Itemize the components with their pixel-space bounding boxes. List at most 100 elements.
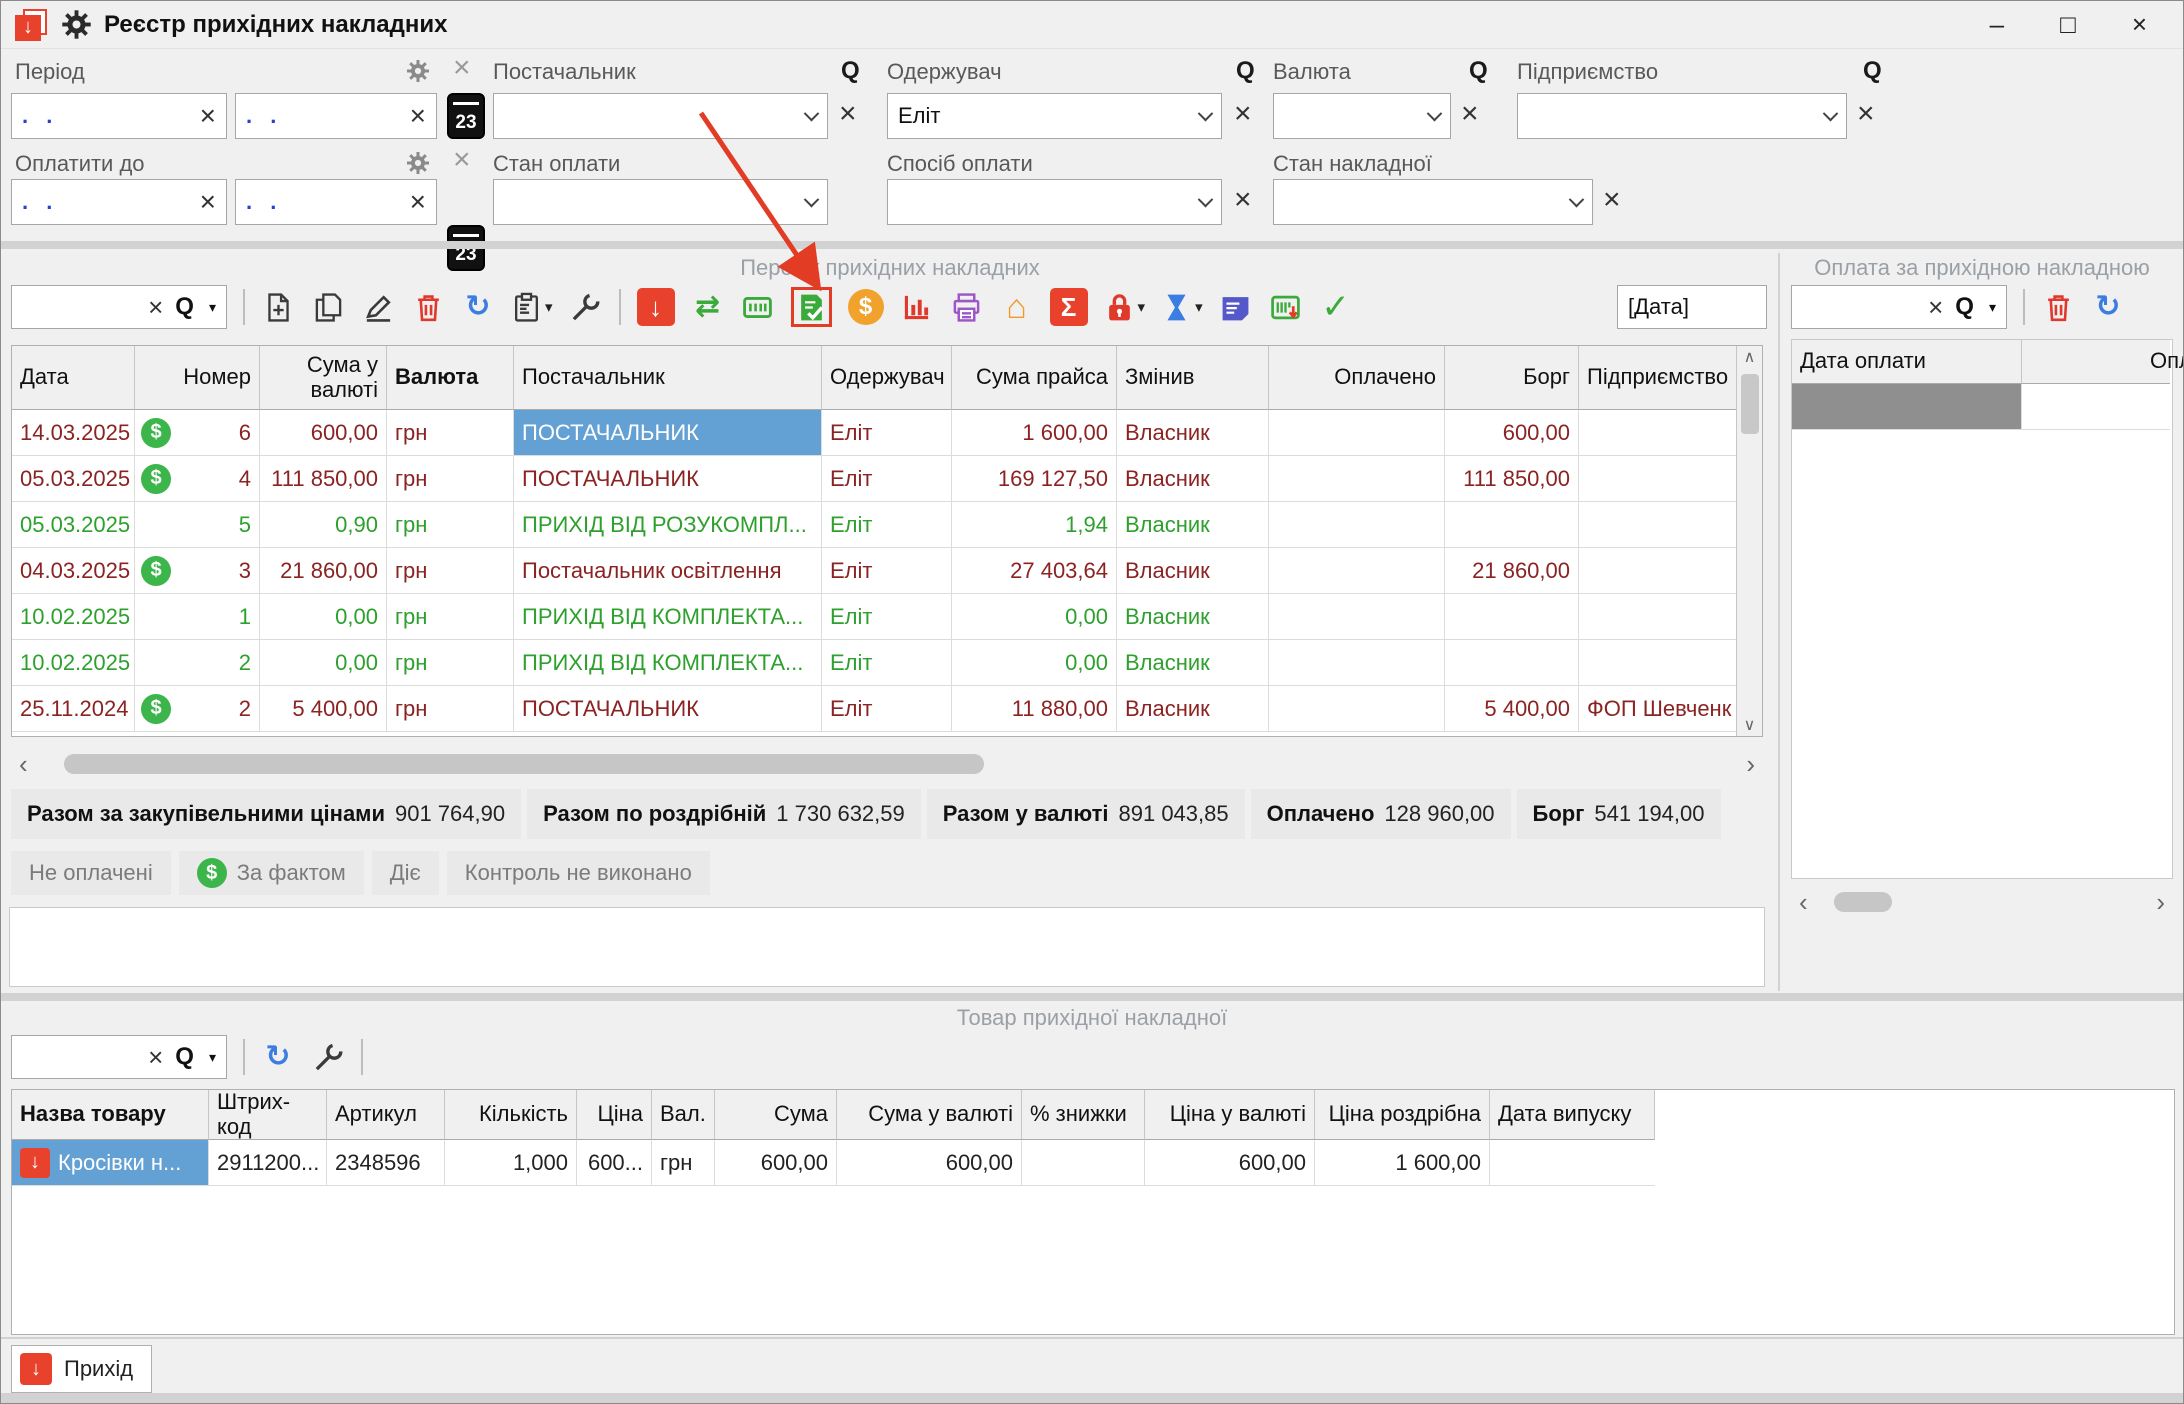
table-row[interactable]: 05.03.2025 5 0,90 грн ПРИХІД ВІД РОЗУКОМ… xyxy=(12,502,1762,548)
sort-field-input[interactable]: [Дата] xyxy=(1617,285,1767,329)
supplier-select[interactable] xyxy=(493,93,828,139)
search-options-icon[interactable]: ▾ xyxy=(1989,299,1996,316)
legend-unpaid[interactable]: Не оплачені xyxy=(11,851,171,895)
col-discount[interactable]: % знижки xyxy=(1022,1090,1145,1140)
refresh-icon[interactable]: ↻ xyxy=(261,1037,295,1077)
legend-control[interactable]: Контроль не виконано xyxy=(447,851,710,895)
col-sum-currency[interactable]: Сума у валюті xyxy=(837,1090,1022,1140)
enterprise-select[interactable] xyxy=(1517,93,1847,139)
table-row[interactable]: 10.02.2025 1 0,00 грн ПРИХІД ВІД КОМПЛЕК… xyxy=(12,594,1762,640)
scroll-thumb[interactable] xyxy=(64,754,984,774)
horizontal-scrollbar[interactable]: ‹ › xyxy=(1791,889,2173,915)
clipboard-menu-icon[interactable]: ▾ xyxy=(511,287,553,327)
clear-icon[interactable]: × xyxy=(200,100,216,132)
col-payment-date[interactable]: Дата оплати xyxy=(1792,340,2022,384)
table-row[interactable]: 05.03.2025 $4 111 850,00 грн ПОСТАЧАЛЬНИ… xyxy=(12,456,1762,502)
scroll-thumb[interactable] xyxy=(1741,374,1759,434)
table-row[interactable]: 25.11.2024 $2 5 400,00 грн ПОСТАЧАЛЬНИК … xyxy=(12,686,1762,732)
import-icon[interactable]: ↓ xyxy=(637,288,675,326)
search-icon[interactable]: Q xyxy=(175,1043,194,1071)
copy-icon[interactable] xyxy=(311,287,345,327)
supplier-clear-icon[interactable]: × xyxy=(839,101,857,127)
search-input[interactable]: × Q ▾ xyxy=(11,285,227,329)
print-icon[interactable] xyxy=(950,287,984,327)
search-input[interactable]: × Q ▾ xyxy=(1791,285,2007,329)
col-product-name[interactable]: Назва товару xyxy=(12,1090,209,1140)
table-row[interactable]: 04.03.2025 $3 21 860,00 грн Постачальник… xyxy=(12,548,1762,594)
period-gear-icon[interactable] xyxy=(406,59,430,83)
delete-icon[interactable] xyxy=(411,287,445,327)
col-amount-currency[interactable]: Сума у валюті xyxy=(260,346,387,410)
period-from-input[interactable]: . . × xyxy=(11,93,227,139)
col-paid[interactable]: Оплачено xyxy=(2022,340,2170,384)
receiver-search-icon[interactable]: Q xyxy=(1236,57,1255,85)
invoice-check-icon[interactable] xyxy=(791,287,832,327)
notes-area[interactable] xyxy=(9,907,1765,987)
scroll-down-icon[interactable]: ∨ xyxy=(1744,714,1756,736)
col-article[interactable]: Артикул xyxy=(327,1090,445,1140)
search-options-icon[interactable]: ▾ xyxy=(209,1049,216,1066)
col-debt[interactable]: Борг xyxy=(1445,346,1579,410)
col-sum[interactable]: Сума xyxy=(715,1090,837,1140)
col-release-date[interactable]: Дата випуску xyxy=(1490,1090,1655,1140)
clear-icon[interactable]: × xyxy=(148,1042,163,1073)
close-button[interactable]: × xyxy=(2132,9,2147,40)
search-input[interactable]: × Q ▾ xyxy=(11,1035,227,1079)
pay-until-gear-icon[interactable] xyxy=(406,151,430,175)
pay-until-from-input[interactable]: . . × xyxy=(11,179,227,225)
minimize-button[interactable]: – xyxy=(1990,9,2004,40)
receiver-clear-icon[interactable]: × xyxy=(1234,101,1252,127)
maximize-button[interactable]: □ xyxy=(2060,9,2076,40)
sum-sigma-icon[interactable]: Σ xyxy=(1050,288,1088,326)
calendar-icon[interactable]: 23 xyxy=(447,93,485,139)
col-price-sum[interactable]: Сума прайса xyxy=(952,346,1117,410)
col-supplier[interactable]: Постачальник xyxy=(514,346,822,410)
col-number[interactable]: Номер xyxy=(135,346,260,410)
currency-clear-icon[interactable]: × xyxy=(1461,101,1479,127)
payment-state-select[interactable] xyxy=(493,179,828,225)
col-barcode[interactable]: Штрих-код xyxy=(209,1090,327,1140)
scroll-up-icon[interactable]: ∧ xyxy=(1744,346,1756,368)
legend-by-fact[interactable]: $За фактом xyxy=(179,851,364,895)
col-price[interactable]: Ціна xyxy=(577,1090,652,1140)
pay-until-clear-icon[interactable]: × xyxy=(453,147,471,173)
scroll-thumb[interactable] xyxy=(1834,892,1892,912)
search-options-icon[interactable]: ▾ xyxy=(209,299,216,316)
scroll-left-icon[interactable]: ‹ xyxy=(11,749,36,780)
invoice-state-select[interactable] xyxy=(1273,179,1593,225)
enterprise-search-icon[interactable]: Q xyxy=(1863,57,1882,85)
scroll-right-icon[interactable]: › xyxy=(1738,749,1763,780)
clear-icon[interactable]: × xyxy=(148,292,163,323)
col-enterprise[interactable]: Підприємство xyxy=(1579,346,1736,410)
legend-active[interactable]: Діє xyxy=(372,851,439,895)
settings-wrench-icon[interactable] xyxy=(569,287,603,327)
scroll-right-icon[interactable]: › xyxy=(2148,887,2173,918)
delete-icon[interactable] xyxy=(2041,287,2075,327)
chart-icon[interactable] xyxy=(900,287,934,327)
scroll-left-icon[interactable]: ‹ xyxy=(1791,887,1816,918)
home-icon[interactable]: ⌂ xyxy=(1000,287,1034,327)
product-row[interactable]: ↓Кросівки н... 2911200... 2348596 1,000 … xyxy=(12,1140,2174,1186)
gear-icon[interactable] xyxy=(61,9,92,40)
vertical-scrollbar[interactable]: ∧ ∨ xyxy=(1736,346,1762,736)
col-price-currency[interactable]: Ціна у валюті xyxy=(1145,1090,1315,1140)
search-icon[interactable]: Q xyxy=(175,293,194,321)
col-receiver[interactable]: Одержувач xyxy=(822,346,952,410)
clear-icon[interactable]: × xyxy=(1928,292,1943,323)
currency-select[interactable] xyxy=(1273,93,1451,139)
clear-icon[interactable]: × xyxy=(200,186,216,218)
clear-icon[interactable]: × xyxy=(410,186,426,218)
clear-icon[interactable]: × xyxy=(410,100,426,132)
payment-method-select[interactable] xyxy=(887,179,1222,225)
invoice-state-clear-icon[interactable]: × xyxy=(1603,187,1621,213)
note-icon[interactable] xyxy=(1219,287,1253,327)
barcode-download-icon[interactable] xyxy=(1269,287,1303,327)
currency-search-icon[interactable]: Q xyxy=(1469,57,1488,85)
col-paid[interactable]: Оплачено xyxy=(1269,346,1445,410)
cash-register-icon[interactable] xyxy=(741,287,775,327)
table-row[interactable]: 14.03.2025 $6 600,00 грн ПОСТАЧАЛЬНИК Ел… xyxy=(12,410,1762,456)
receiver-select[interactable]: Еліт xyxy=(887,93,1222,139)
lock-menu-icon[interactable]: ▾ xyxy=(1104,287,1146,327)
confirm-check-icon[interactable]: ✓ xyxy=(1319,287,1353,327)
col-currency[interactable]: Вал. xyxy=(652,1090,715,1140)
